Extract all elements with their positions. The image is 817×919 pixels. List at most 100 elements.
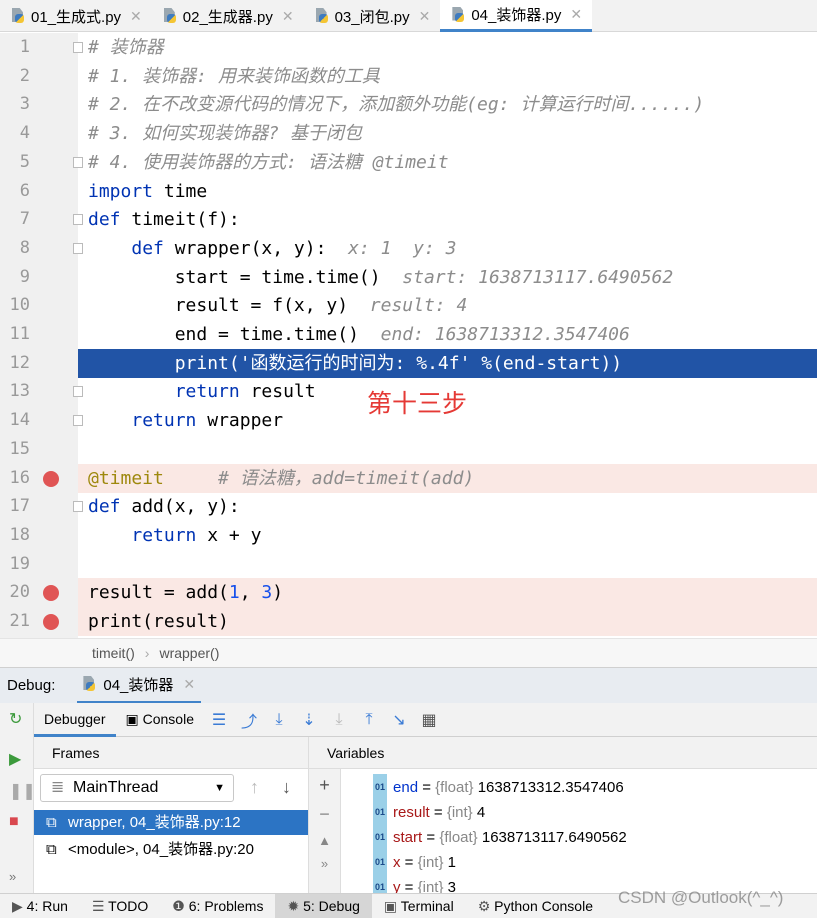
code-line[interactable]: 21 print(result) [0,607,817,636]
more-icon[interactable]: » [9,869,16,884]
code-line[interactable]: 1 # 装饰器 [0,33,817,62]
more-icon[interactable]: » [309,856,340,871]
fold-marker-icon[interactable] [73,386,83,398]
code-line[interactable]: 6 import time [0,177,817,206]
fold-marker-icon[interactable] [73,415,83,427]
code-line[interactable]: 5 # 4. 使用装饰器的方式: 语法糖 @timeit [0,148,817,177]
line-number[interactable]: 7 [0,205,30,234]
close-icon[interactable]: ✕ [419,8,431,25]
add-icon[interactable]: + [309,775,340,796]
code-token: # 语法糖，add=timeit(add) [218,467,475,489]
tab-01[interactable]: 01_生成式.py ✕ [0,0,152,32]
force-step-into-icon[interactable]: ⤓ [328,711,350,729]
fold-marker-icon[interactable] [73,214,83,226]
line-number[interactable]: 9 [0,263,30,292]
frame-item[interactable]: ⧉ wrapper, 04_装饰器.py:12 [34,810,308,835]
line-number[interactable]: 21 [0,607,30,636]
resume-icon[interactable]: ▶ [9,749,21,769]
tab-04[interactable]: 04_装饰器.py ✕ [440,0,593,32]
show-execution-point-icon[interactable]: ⤴ [238,708,260,732]
tab-debugger[interactable]: Debugger [34,703,116,737]
line-number[interactable]: 13 [0,377,30,406]
line-number[interactable]: 2 [0,62,30,91]
code-line[interactable]: 19 [0,550,817,579]
fold-marker-icon[interactable] [73,242,83,254]
run-to-cursor-icon[interactable]: ↘ [388,710,410,730]
fold-marker-icon[interactable] [73,501,83,513]
line-number[interactable]: 3 [0,90,30,119]
code-line[interactable]: 18 return x + y [0,521,817,550]
line-number[interactable]: 11 [0,320,30,349]
fold-marker-icon[interactable] [73,42,83,53]
close-icon[interactable]: ✕ [570,6,582,23]
step-out-icon[interactable]: ⤒ [358,711,380,729]
code-line[interactable]: 15 [0,435,817,464]
code-line[interactable]: 7 def timeit(f): [0,205,817,234]
line-number[interactable]: 10 [0,291,30,320]
frame-item[interactable]: ⧉ <module>, 04_装饰器.py:20 [34,837,308,862]
breakpoint-icon[interactable] [43,585,59,602]
code-line[interactable]: 11 end = time.time() end: 1638713312.354… [0,320,817,349]
code-line[interactable]: 8 def wrapper(x, y): x: 1 y: 3 [0,234,817,263]
line-number[interactable]: 15 [0,435,30,464]
line-number[interactable]: 5 [0,148,30,177]
step-into-my-code-icon[interactable]: ⇣ [298,710,320,730]
variable-row[interactable]: 01 end = {float} 1638713312.3547406 [373,774,624,801]
line-number[interactable]: 16 [0,464,30,493]
line-number[interactable]: 18 [0,521,30,550]
line-number[interactable]: 20 [0,578,30,607]
arrow-down-icon[interactable]: ↓ [282,777,291,798]
toolwindow-button[interactable]: ⚙ Python Console [466,894,605,918]
code-line[interactable]: 12 print('函数运行的时间为: %.4f' %(end-start)) [0,348,817,378]
line-number[interactable]: 4 [0,119,30,148]
toolwindow-button[interactable]: ▶ 4: Run [0,894,80,918]
line-number[interactable]: 1 [0,33,30,62]
line-number[interactable]: 19 [0,550,30,579]
code-line[interactable]: 16 @timeit # 语法糖，add=timeit(add) [0,463,817,493]
line-number[interactable]: 6 [0,177,30,206]
tab-console[interactable]: ▣ Console [116,703,205,737]
tab-02[interactable]: 02_生成器.py ✕ [152,0,304,32]
remove-icon[interactable]: − [309,804,340,825]
pause-icon[interactable]: ❚❚ [9,781,36,801]
breakpoint-icon[interactable] [43,470,59,487]
close-icon[interactable]: ✕ [282,8,294,25]
layout-icon[interactable]: ☰ [208,710,230,730]
stop-icon[interactable]: ■ [9,813,19,831]
toolwindow-button[interactable]: ☰ TODO [80,894,160,918]
fold-marker-icon[interactable] [73,156,83,168]
close-icon[interactable]: ✕ [183,676,195,693]
code-line[interactable]: 10 result = f(x, y) result: 4 [0,291,817,320]
code-token: , [239,582,262,604]
tab-03[interactable]: 03_闭包.py ✕ [304,0,441,32]
breakpoint-icon[interactable] [43,614,59,630]
variable-row[interactable]: 01 x = {int} 1 [373,849,456,876]
step-over-icon[interactable]: ⤓ [268,711,290,729]
arrow-up-icon[interactable]: ↑ [250,777,259,798]
variable-row[interactable]: 01 result = {int} 4 [373,799,485,826]
line-number[interactable]: 8 [0,234,30,263]
console-label: Console [142,710,194,727]
line-number[interactable]: 14 [0,406,30,435]
code-line[interactable]: 2 # 1. 装饰器: 用来装饰函数的工具 [0,62,817,91]
breadcrumb-item[interactable]: wrapper() [159,645,219,661]
up-icon[interactable]: ▲ [309,833,340,848]
code-editor[interactable]: 1 # 装饰器 2 # 1. 装饰器: 用来装饰函数的工具 3 # 2. 在不改变源代码的… [0,33,817,638]
code-line[interactable]: 20 result = add(1, 3) [0,578,817,608]
close-icon[interactable]: ✕ [130,8,142,25]
code-line[interactable]: 17 def add(x, y): [0,492,817,521]
evaluate-expression-icon[interactable]: ▦ [418,710,440,730]
line-number[interactable]: 17 [0,492,30,521]
toolwindow-button[interactable]: ❶ 6: Problems [160,894,275,918]
debug-session-tab[interactable]: 04_装饰器 ✕ [77,668,202,704]
code-line[interactable]: 9 start = time.time() start: 1638713117.… [0,263,817,292]
line-number[interactable]: 12 [0,349,30,378]
toolwindow-button[interactable]: ▣ Terminal [372,894,466,918]
toolwindow-button[interactable]: ✹ 5: Debug [275,894,372,918]
code-line[interactable]: 3 # 2. 在不改变源代码的情况下，添加额外功能(eg: 计算运行时间.....… [0,90,817,119]
variable-row[interactable]: 01 start = {float} 1638713117.6490562 [373,824,627,851]
breadcrumb-item[interactable]: timeit() [92,645,135,661]
code-line[interactable]: 4 # 3. 如何实现装饰器? 基于闭包 [0,119,817,148]
rerun-icon[interactable]: ↻ [9,709,22,729]
thread-select[interactable]: ≣ MainThread ▼ [40,774,234,802]
